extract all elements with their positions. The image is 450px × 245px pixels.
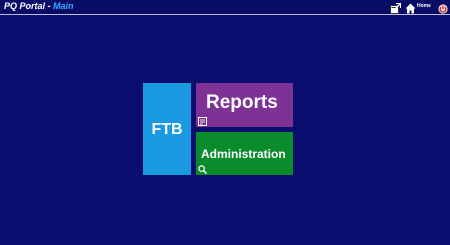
home-icon (405, 3, 416, 14)
power-icon (438, 4, 448, 14)
ftb-tile[interactable]: FTB (143, 83, 191, 175)
title-bar: PQ Portal - Main Home (0, 0, 450, 15)
administration-tile-label: Administration (201, 147, 286, 161)
reports-tile[interactable]: Reports (196, 83, 293, 127)
power-button[interactable] (438, 1, 448, 14)
page-name: Main (53, 1, 74, 11)
new-window-button[interactable] (390, 1, 402, 14)
report-icon (198, 117, 207, 126)
administration-tile[interactable]: Administration (196, 132, 293, 175)
search-icon (198, 165, 207, 174)
title-separator: - (45, 1, 54, 11)
app-name: PQ Portal (4, 1, 46, 11)
new-window-icon (390, 2, 402, 14)
portal-main-screen: PQ Portal - Main Home FTB Reports Admini… (0, 0, 450, 245)
home-label: Home (417, 3, 431, 9)
app-title: PQ Portal - Main (4, 1, 74, 12)
home-button[interactable]: Home (405, 1, 433, 14)
reports-tile-label: Reports (206, 92, 278, 113)
ftb-tile-label: FTB (151, 121, 183, 138)
